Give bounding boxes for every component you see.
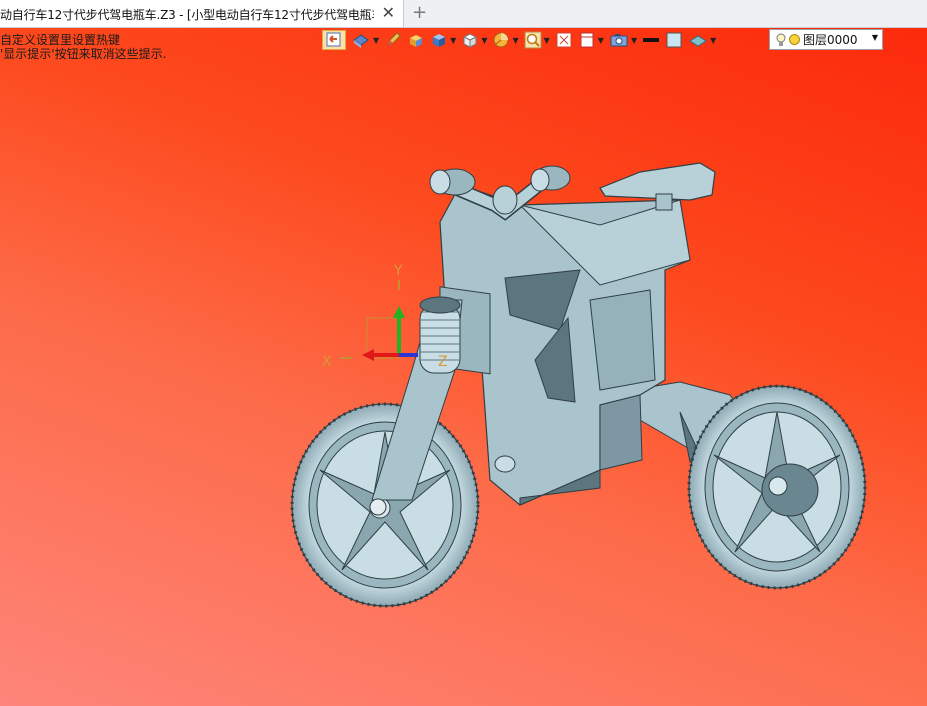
close-tab-icon[interactable]: ✕ [382,3,395,23]
bike-frame-body [439,184,691,506]
axis-y-label: Y [393,263,403,279]
axis-z-label: Z [438,354,448,370]
new-tab-icon[interactable]: + [412,3,427,23]
coordinate-triad [340,280,418,361]
document-tab-bar: 动自行车12寸代步代驾电瓶车.Z3 - [小型电动自行车12寸代步代驾电瓶车] … [0,0,927,28]
rear-wheel [687,384,867,590]
document-tab[interactable]: 动自行车12寸代步代驾电瓶车.Z3 - [小型电动自行车12寸代步代驾电瓶车] … [0,0,404,27]
tab-title: 动自行车12寸代步代驾电瓶车.Z3 - [小型电动自行车12寸代步代驾电瓶车] [0,8,374,22]
bike-3d-model[interactable]: Y X Z [0,28,927,706]
axis-x-label: X [322,354,332,370]
3d-viewport[interactable]: 自定义设置里设置热键 '显示提示'按钮来取消这些提示. ▼ ▼ ▼ ▼ ▼ ▼ … [0,28,927,706]
